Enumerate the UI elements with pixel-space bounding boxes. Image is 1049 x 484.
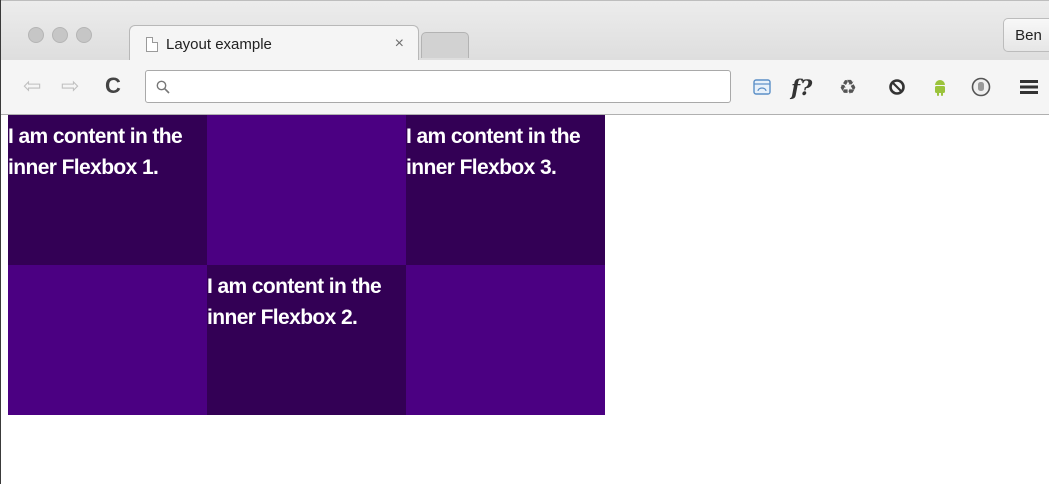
flexbox-cell-empty (207, 115, 406, 265)
address-input[interactable] (178, 77, 730, 96)
inner-flexbox-2: I am content in the inner Flexbox 2. (207, 265, 406, 415)
flexbox-content-text: I am content in the inner Flexbox 1. (8, 125, 183, 179)
flexbox-content-text: I am content in the inner Flexbox 2. (207, 275, 382, 329)
tab-close-icon[interactable]: × (391, 35, 408, 53)
f-question-icon[interactable]: f? (791, 74, 812, 100)
tab-title: Layout example (166, 35, 272, 53)
recycle-icon[interactable]: ♻ (839, 74, 857, 100)
inner-flexbox-3: I am content in the inner Flexbox 3. (406, 115, 605, 265)
flexbox-cell-empty (406, 265, 605, 415)
back-arrow-icon[interactable]: ⇦ (23, 74, 41, 98)
outer-flexbox: I am content in the inner Flexbox 1. I a… (8, 115, 605, 415)
flexbox-cell-empty (8, 265, 207, 415)
screen-icon[interactable] (753, 74, 771, 100)
profile-button[interactable]: Ben (1003, 18, 1049, 52)
menu-icon[interactable] (1019, 74, 1039, 100)
address-bar[interactable] (145, 70, 731, 103)
search-icon (156, 80, 170, 94)
tab-strip: Layout example × Ben (1, 0, 1049, 61)
hand-icon[interactable] (971, 74, 991, 100)
new-tab-button[interactable] (421, 32, 469, 58)
forward-arrow-icon[interactable]: ⇨ (61, 74, 79, 98)
circle-arrow-icon[interactable] (888, 74, 906, 100)
zoom-window-button[interactable] (76, 27, 92, 43)
tab-content: Layout example × (146, 32, 408, 56)
android-icon[interactable] (933, 74, 947, 100)
close-window-button[interactable] (28, 27, 44, 43)
tab-layout-example[interactable]: Layout example × (129, 25, 419, 61)
minimize-window-button[interactable] (52, 27, 68, 43)
flexbox-content-text: I am content in the inner Flexbox 3. (406, 125, 581, 179)
reload-icon[interactable]: C (105, 74, 121, 98)
inner-flexbox-1: I am content in the inner Flexbox 1. (8, 115, 207, 265)
document-icon (146, 36, 158, 52)
window-controls (28, 27, 92, 43)
toolbar: ⇦ ⇨ C f? ♻ (1, 60, 1049, 115)
browser-window: Layout example × Ben ⇦ ⇨ C f? ♻ I am con… (0, 0, 1049, 484)
